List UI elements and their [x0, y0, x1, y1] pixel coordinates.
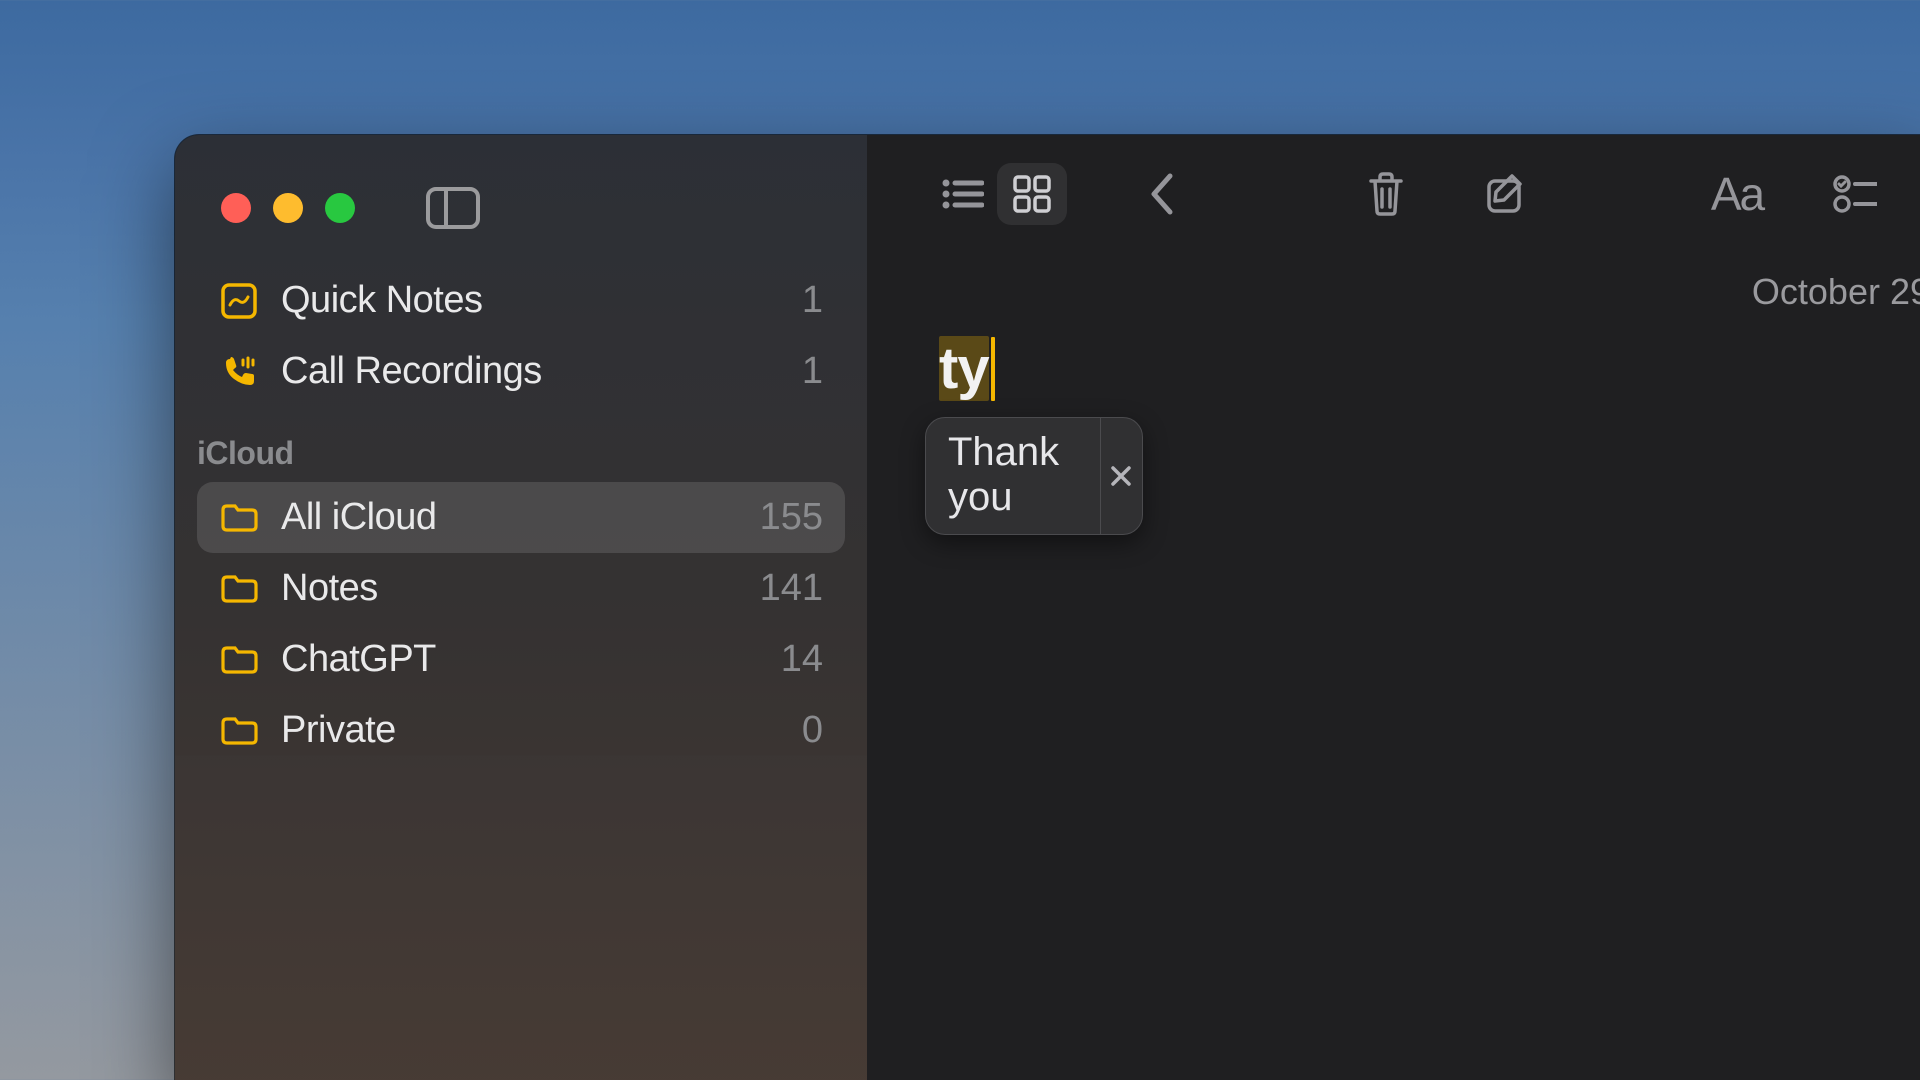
- close-window-button[interactable]: [221, 193, 251, 223]
- autocomplete-dismiss-button[interactable]: [1100, 418, 1142, 534]
- sidebar-folder-notes[interactable]: Notes 141: [197, 553, 845, 624]
- note-editor[interactable]: ty Thank you: [867, 317, 1920, 421]
- grid-icon: [1012, 174, 1052, 214]
- minimize-window-button[interactable]: [273, 193, 303, 223]
- sidebar-item-label: Quick Notes: [281, 279, 780, 322]
- grid-view-button[interactable]: [997, 163, 1067, 225]
- checklist-button[interactable]: [1820, 163, 1890, 225]
- sidebar-item-call-recordings[interactable]: Call Recordings 1: [197, 336, 845, 407]
- compose-button[interactable]: [1471, 163, 1541, 225]
- format-button[interactable]: Aa: [1694, 163, 1780, 225]
- sidebar-item-label: All iCloud: [281, 496, 738, 539]
- phone-icon: [219, 352, 259, 392]
- folder-icon: [219, 569, 259, 609]
- app-window: Quick Notes 1 Call Recordings 1 iCloud: [175, 135, 1920, 1080]
- typed-text: ty: [939, 337, 989, 401]
- sidebar-item-quick-notes[interactable]: Quick Notes 1: [197, 265, 845, 336]
- sidebar-item-count: 155: [760, 496, 823, 539]
- sidebar-item-label: Private: [281, 709, 780, 752]
- autocomplete-suggestion[interactable]: Thank you: [926, 418, 1100, 534]
- folder-icon: [219, 640, 259, 680]
- sidebar-group-title: iCloud: [175, 407, 867, 482]
- sidebar-item-count: 1: [802, 279, 823, 322]
- close-icon: [1109, 464, 1133, 488]
- sidebar-item-label: Call Recordings: [281, 350, 780, 393]
- list-view-button[interactable]: [927, 163, 997, 225]
- chevron-left-icon: [1148, 172, 1176, 216]
- format-icon: Aa: [1711, 167, 1763, 221]
- fullscreen-window-button[interactable]: [325, 193, 355, 223]
- toggle-sidebar-button[interactable]: [423, 184, 483, 232]
- sidebar-item-label: ChatGPT: [281, 638, 759, 681]
- autocomplete-popup: Thank you: [925, 417, 1143, 535]
- sidebar-item-count: 1: [802, 350, 823, 393]
- folder-icon: [219, 498, 259, 538]
- sidebar-folder-all-icloud[interactable]: All iCloud 155: [197, 482, 845, 553]
- sidebar-folder-chatgpt[interactable]: ChatGPT 14: [197, 624, 845, 695]
- sidebar-item-label: Notes: [281, 567, 738, 610]
- titlebar: [175, 163, 867, 253]
- compose-icon: [1484, 172, 1528, 216]
- folder-icon: [219, 711, 259, 751]
- trash-icon: [1366, 171, 1406, 217]
- view-segmented-control: [927, 163, 1067, 225]
- delete-button[interactable]: [1351, 163, 1421, 225]
- sidebar-icon: [426, 187, 480, 229]
- main-pane: Aa October 29 ty Thank you: [867, 135, 1920, 1080]
- typed-text-wrap: ty Thank you: [939, 337, 995, 401]
- note-date: October 29: [867, 253, 1920, 317]
- list-icon: [940, 176, 984, 212]
- back-button[interactable]: [1127, 163, 1197, 225]
- sidebar-item-count: 0: [802, 709, 823, 752]
- text-caret: [991, 337, 995, 401]
- sidebar-item-count: 14: [781, 638, 823, 681]
- sidebar-folders-section: All iCloud 155 Notes 141 ChatGPT 14: [175, 482, 867, 766]
- sidebar-top-section: Quick Notes 1 Call Recordings 1: [175, 253, 867, 407]
- window-controls: [221, 193, 355, 223]
- toolbar: Aa: [867, 135, 1920, 253]
- sidebar: Quick Notes 1 Call Recordings 1 iCloud: [175, 135, 867, 1080]
- sidebar-folder-private[interactable]: Private 0: [197, 695, 845, 766]
- checklist-icon: [1833, 174, 1877, 214]
- quicknote-icon: [219, 281, 259, 321]
- sidebar-item-count: 141: [760, 567, 823, 610]
